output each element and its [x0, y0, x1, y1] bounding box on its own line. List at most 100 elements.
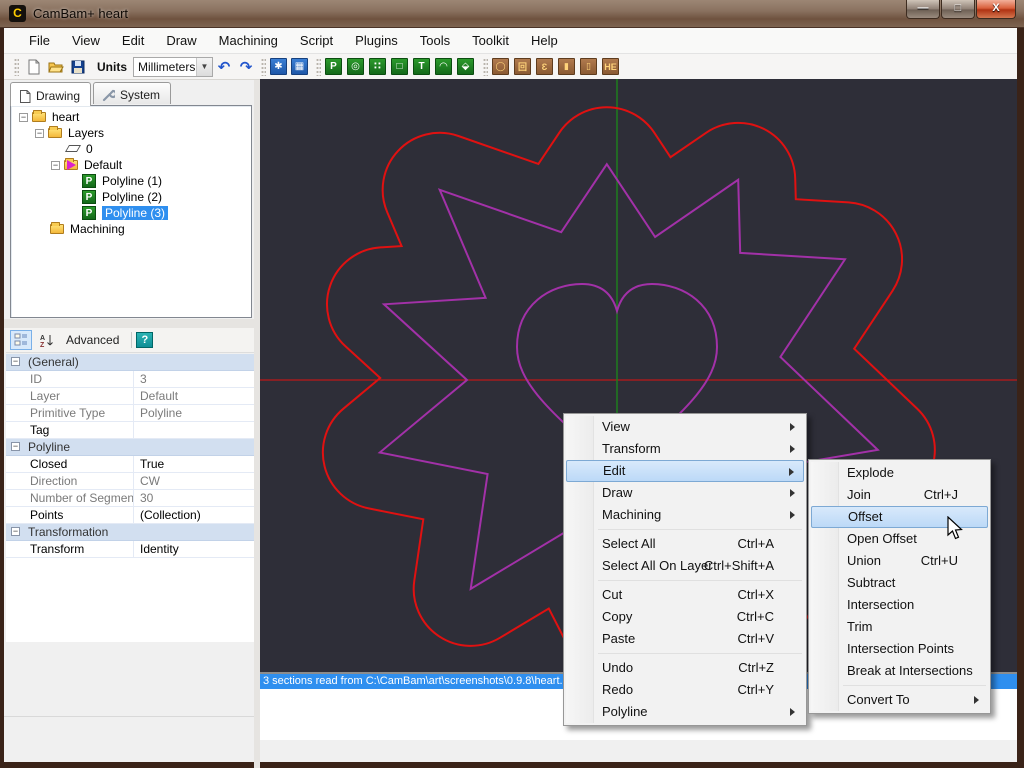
menu-item-transform[interactable]: Transform: [566, 438, 804, 460]
property-grid: −(General) ID3 LayerDefault Primitive Ty…: [6, 354, 256, 642]
menu-item-polyline[interactable]: Polyline: [566, 701, 804, 723]
property-category[interactable]: −Polyline: [6, 439, 256, 456]
close-button[interactable]: X: [976, 0, 1016, 19]
menu-item-paste[interactable]: PasteCtrl+V: [566, 628, 804, 650]
property-row[interactable]: Primitive TypePolyline: [6, 405, 256, 422]
mop-lathe-icon[interactable]: ▮: [558, 58, 575, 75]
menu-item-view[interactable]: View: [566, 416, 804, 438]
menu-item-trim[interactable]: Trim: [811, 616, 988, 638]
property-row[interactable]: DirectionCW: [6, 473, 256, 490]
menu-item-draw[interactable]: Draw: [566, 482, 804, 504]
draw-arc-icon[interactable]: ◠: [435, 58, 452, 75]
draw-rectangle-icon[interactable]: □: [391, 58, 408, 75]
menu-help[interactable]: Help: [520, 28, 569, 53]
menu-item-redo[interactable]: RedoCtrl+Y: [566, 679, 804, 701]
menu-view[interactable]: View: [61, 28, 111, 53]
new-file-button[interactable]: [23, 56, 45, 78]
menu-item-undo[interactable]: UndoCtrl+Z: [566, 657, 804, 679]
menu-file[interactable]: File: [18, 28, 61, 53]
tree-item-heart[interactable]: − heart: [11, 109, 251, 125]
menu-plugins[interactable]: Plugins: [344, 28, 409, 53]
system-tab-icon: [102, 89, 115, 102]
tree-item-layer-0[interactable]: 0: [11, 141, 251, 157]
axis-toggle-icon[interactable]: ✱: [270, 58, 287, 75]
menu-tools[interactable]: Tools: [409, 28, 461, 53]
help-button[interactable]: ?: [136, 332, 153, 348]
redo-icon[interactable]: ↷: [235, 58, 257, 76]
draw-text-icon[interactable]: T: [413, 58, 430, 75]
polyline-icon: P: [82, 174, 96, 188]
maximize-button[interactable]: □: [941, 0, 975, 19]
draw-circle-icon[interactable]: ◎: [347, 58, 364, 75]
menu-item-intersection-points[interactable]: Intersection Points: [811, 638, 988, 660]
menu-item-select-all-on-layer[interactable]: Select All On LayerCtrl+Shift+A: [566, 555, 804, 577]
menu-toolkit[interactable]: Toolkit: [461, 28, 520, 53]
menu-separator: [598, 653, 802, 654]
property-row[interactable]: Tag: [6, 422, 256, 439]
tree-item-polyline-3[interactable]: P Polyline (3): [11, 205, 251, 221]
new-file-icon: [26, 59, 42, 75]
menu-separator: [598, 529, 802, 530]
property-category[interactable]: −(General): [6, 354, 256, 371]
mop-vengrave-icon[interactable]: ▯: [580, 58, 597, 75]
horizontal-splitter[interactable]: [4, 319, 258, 328]
property-row[interactable]: TransformIdentity: [6, 541, 256, 558]
menu-item-machining[interactable]: Machining: [566, 504, 804, 526]
combo-arrow-icon[interactable]: ▼: [196, 58, 212, 76]
collapse-icon[interactable]: −: [35, 129, 44, 138]
menu-item-cut[interactable]: CutCtrl+X: [566, 584, 804, 606]
toolbar: Units Millimeters ▼ ↶ ↷ ✱ ▦ P ◎ ∷ □ T ◠ …: [4, 54, 1017, 80]
menu-item-subtract[interactable]: Subtract: [811, 572, 988, 594]
collapse-icon[interactable]: −: [11, 357, 20, 366]
draw-surface-icon[interactable]: ⬙: [457, 58, 474, 75]
property-category[interactable]: −Transformation: [6, 524, 256, 541]
menu-machining[interactable]: Machining: [208, 28, 289, 53]
property-row[interactable]: ClosedTrue: [6, 456, 256, 473]
property-row[interactable]: ID3: [6, 371, 256, 388]
tree-item-layers[interactable]: − Layers: [11, 125, 251, 141]
units-combobox[interactable]: Millimeters ▼: [133, 57, 213, 77]
mop-pocket-icon[interactable]: 回: [514, 58, 531, 75]
mop-heightmap-icon[interactable]: HE: [602, 58, 619, 75]
menu-item-explode[interactable]: Explode: [811, 462, 988, 484]
tab-system[interactable]: System: [93, 82, 171, 104]
tree-item-polyline-2[interactable]: P Polyline (2): [11, 189, 251, 205]
property-row[interactable]: LayerDefault: [6, 388, 256, 405]
tab-drawing[interactable]: Drawing: [10, 82, 91, 106]
menu-item-break-at-intersections[interactable]: Break at Intersections: [811, 660, 988, 682]
mop-drill-icon[interactable]: ◯: [492, 58, 509, 75]
menu-item-intersection[interactable]: Intersection: [811, 594, 988, 616]
property-row[interactable]: Number of Segments30: [6, 490, 256, 507]
menu-script[interactable]: Script: [289, 28, 344, 53]
submenu-arrow-icon: [790, 445, 795, 453]
tree-item-layer-default[interactable]: − Default: [11, 157, 251, 173]
menu-item-select-all[interactable]: Select AllCtrl+A: [566, 533, 804, 555]
draw-polyline-icon[interactable]: P: [325, 58, 342, 75]
menu-edit[interactable]: Edit: [111, 28, 155, 53]
alphabetical-view-button[interactable]: A Z: [36, 330, 58, 350]
collapse-icon[interactable]: −: [11, 442, 20, 451]
minimize-button[interactable]: —: [906, 0, 940, 19]
grid-toggle-icon[interactable]: ▦: [291, 58, 308, 75]
draw-points-icon[interactable]: ∷: [369, 58, 386, 75]
tree-label: Default: [84, 158, 122, 172]
categorized-view-button[interactable]: [10, 330, 32, 350]
property-row[interactable]: Points(Collection): [6, 507, 256, 524]
menu-item-join[interactable]: JoinCtrl+J: [811, 484, 988, 506]
submenu-arrow-icon: [789, 468, 794, 476]
collapse-icon[interactable]: −: [11, 527, 20, 536]
menu-draw[interactable]: Draw: [155, 28, 207, 53]
menu-item-convert-to[interactable]: Convert To: [811, 689, 988, 711]
tree-item-polyline-1[interactable]: P Polyline (1): [11, 173, 251, 189]
tree-item-machining[interactable]: Machining: [11, 221, 251, 237]
menu-item-edit[interactable]: Edit: [566, 460, 804, 482]
mop-engrave-icon[interactable]: Ɛ: [536, 58, 553, 75]
open-file-button[interactable]: [45, 56, 67, 78]
save-button[interactable]: [67, 56, 89, 78]
collapse-icon[interactable]: −: [19, 113, 28, 122]
menu-item-copy[interactable]: CopyCtrl+C: [566, 606, 804, 628]
advanced-button[interactable]: Advanced: [66, 333, 119, 347]
undo-icon[interactable]: ↶: [213, 58, 235, 76]
menu-item-union[interactable]: UnionCtrl+U: [811, 550, 988, 572]
collapse-icon[interactable]: −: [51, 161, 60, 170]
